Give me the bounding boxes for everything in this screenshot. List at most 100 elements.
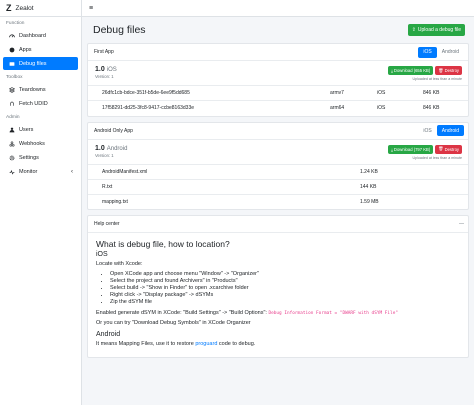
app-name: First App [94, 49, 114, 55]
chevron-left-icon: ‹ [71, 168, 73, 175]
download-button-label: Download (655 KB) [393, 68, 431, 73]
sidebar-item-label: Fetch UDID [19, 100, 48, 107]
sidebar-item-fetch-udid[interactable]: Fetch UDID [3, 97, 78, 110]
sidebar-item-apps[interactable]: Apps [3, 43, 78, 56]
list-item: Select build -> "Show in Finder" to open… [110, 285, 462, 292]
sidebar-item-label: Teardowns [19, 86, 46, 93]
app-card: Android Only App iOS Android 1.0 Android Vers… [87, 121, 469, 210]
help-enable-code: Debug Information Format = "DWARF with d… [268, 311, 398, 316]
release-platform: Android [106, 145, 128, 152]
sidebar-item-dashboard[interactable]: Dashboard [3, 29, 78, 42]
tab-android[interactable]: Android [437, 47, 464, 58]
destroy-button[interactable]: 🗑 Destroy [435, 66, 462, 75]
release-version: 1.0 iOS [95, 66, 117, 73]
help-enable-paragraph: Enabled generate dSYM in XCode: "Build S… [96, 310, 462, 317]
release-version-number: 1.0 [95, 66, 105, 73]
sidebar-item-label: Dashboard [19, 32, 46, 39]
brand[interactable]: Z Zealot [0, 0, 81, 17]
sidebar-item-label: Debug files [19, 60, 47, 67]
table-cell: iOS [377, 85, 423, 101]
debug-files-icon [8, 60, 15, 67]
release-version-number: 1.0 [95, 144, 105, 152]
sidebar-item-webhooks[interactable]: Webhooks [3, 137, 78, 150]
table-row: 26dfc1cb-bdce-351f-b5de-6ee9f5dd685 armv7… [88, 85, 468, 101]
tab-android[interactable]: Android [436, 125, 464, 136]
help-organizer-text: Or you can try "Download Debug Symbols" … [96, 320, 251, 326]
help-title: What is debug file, how to location? [96, 239, 230, 249]
table-row: R.txt 144 KB [88, 178, 468, 194]
table-cell: arm64 [330, 100, 377, 116]
platform-tabs: iOS Android [418, 46, 464, 58]
sidebar-item-label: Apps [19, 46, 32, 53]
release-build-version: Version: 1 [95, 74, 114, 79]
table-cell-spacer [88, 163, 102, 179]
destroy-button[interactable]: 🗑 Destroy [435, 144, 462, 154]
help-body: What is debug file, how to location? iOS… [88, 233, 468, 357]
table-cell: R.txt [102, 178, 360, 194]
topbar: ≡ [82, 0, 474, 17]
sidebar-item-label: Webhooks [19, 140, 45, 147]
tab-ios[interactable]: iOS [418, 46, 437, 58]
webhooks-icon [8, 140, 15, 147]
sidebar-item-debug-files[interactable]: Debug files [3, 57, 78, 70]
debug-file-table: 26dfc1cb-bdce-351f-b5de-6ee9f5dd685 armv7… [88, 85, 468, 116]
menu-toggle-icon[interactable]: ≡ [89, 5, 93, 12]
sidebar-item-settings[interactable]: Settings [3, 151, 78, 164]
release-actions: ⤓ Download (655 KB) 🗑 Destroy Uploaded at le… [388, 66, 462, 81]
upload-icon: ⇪ [411, 27, 416, 33]
collapse-icon[interactable]: — [459, 221, 464, 227]
table-cell: iOS [377, 100, 423, 116]
download-button[interactable]: ⤓ Download (797 KB) [388, 144, 434, 154]
sidebar-nav: Function Dashboard Apps Debug files Toolbox T… [0, 17, 81, 178]
trash-icon: 🗑 [438, 146, 444, 151]
table-row: 17f58291-dd25-3fc8-9417-ccbe8163d33e arm6… [88, 100, 468, 116]
table-cell: 144 KB [360, 178, 468, 194]
release-header: 1.0 Android Version: 1 ⤓ Download (797 KB) 🗑 D… [88, 140, 468, 162]
uploaded-at: Uploaded at less than a minute [412, 155, 462, 160]
help-steps-list: Open XCode app and choose menu "Window" … [96, 271, 462, 306]
upload-button-label: Upload a debug file [417, 27, 461, 33]
brand-logo: Z [6, 3, 12, 13]
table-row: AndroidManifest.xml 1.24 KB [88, 163, 468, 179]
app-card-header: Android Only App iOS Android [88, 123, 468, 140]
table-cell-spacer [88, 100, 102, 116]
release-action-buttons: ⤓ Download (797 KB) 🗑 Destroy [388, 144, 462, 154]
debug-file-table: AndroidManifest.xml 1.24 KB R.txt 144 KB map… [88, 163, 468, 209]
brand-name: Zealot [15, 4, 34, 12]
help-center-title: Help center [94, 221, 120, 227]
table-cell: mapping.txt [102, 193, 360, 209]
list-item: Right click -> "Display package" -> dSYM… [110, 292, 462, 299]
release-build-version: Version: 1 [95, 152, 114, 158]
help-locate-text: Locate with Xcode: [96, 261, 143, 267]
tab-ios[interactable]: iOS [418, 125, 436, 136]
help-android-paragraph: It means Mapping Files, use it to restor… [96, 341, 462, 348]
nav-header-toolbox: Toolbox [6, 75, 23, 80]
fetch-udid-icon [8, 100, 15, 107]
download-icon: ⤓ [391, 146, 393, 152]
sidebar-item-teardowns[interactable]: Teardowns [3, 83, 78, 96]
main-content: Debug files ⇪ Upload a debug file First … [82, 17, 474, 405]
sidebar-item-label: Monitor [19, 168, 38, 175]
platform-tabs: iOS Android [418, 125, 464, 136]
release-version: 1.0 Android [95, 145, 127, 152]
table-cell-spacer [88, 178, 102, 194]
users-icon [8, 126, 15, 133]
sidebar-item-label: Users [19, 126, 34, 133]
sidebar-item-monitor[interactable]: Monitor ‹ [3, 165, 78, 178]
table-row: mapping.txt 1.59 MB [88, 193, 468, 209]
upload-debug-file-button[interactable]: ⇪ Upload a debug file [407, 24, 465, 36]
release-actions: ⤓ Download (797 KB) 🗑 Destroy Uploaded at le… [388, 144, 462, 160]
page-header: Debug files ⇪ Upload a debug file [87, 17, 469, 43]
destroy-button-label: Destroy [444, 146, 459, 152]
release-header: 1.0 iOS Version: 1 ⤓ Download (655 KB) 🗑 Destr… [88, 61, 468, 83]
release-info: 1.0 iOS Version: 1 [95, 66, 117, 81]
table-cell-spacer [88, 85, 102, 101]
sidebar-item-users[interactable]: Users [3, 123, 78, 136]
proguard-link[interactable]: proguard [195, 341, 217, 347]
app-card-header: First App iOS Android [88, 44, 468, 61]
release-platform: iOS [106, 67, 117, 73]
download-button-label: Download (797 KB) [393, 146, 431, 152]
table-cell: 1.59 MB [360, 193, 468, 209]
download-button[interactable]: ⤓ Download (655 KB) [388, 66, 434, 75]
table-cell: 846 KB [423, 85, 468, 101]
